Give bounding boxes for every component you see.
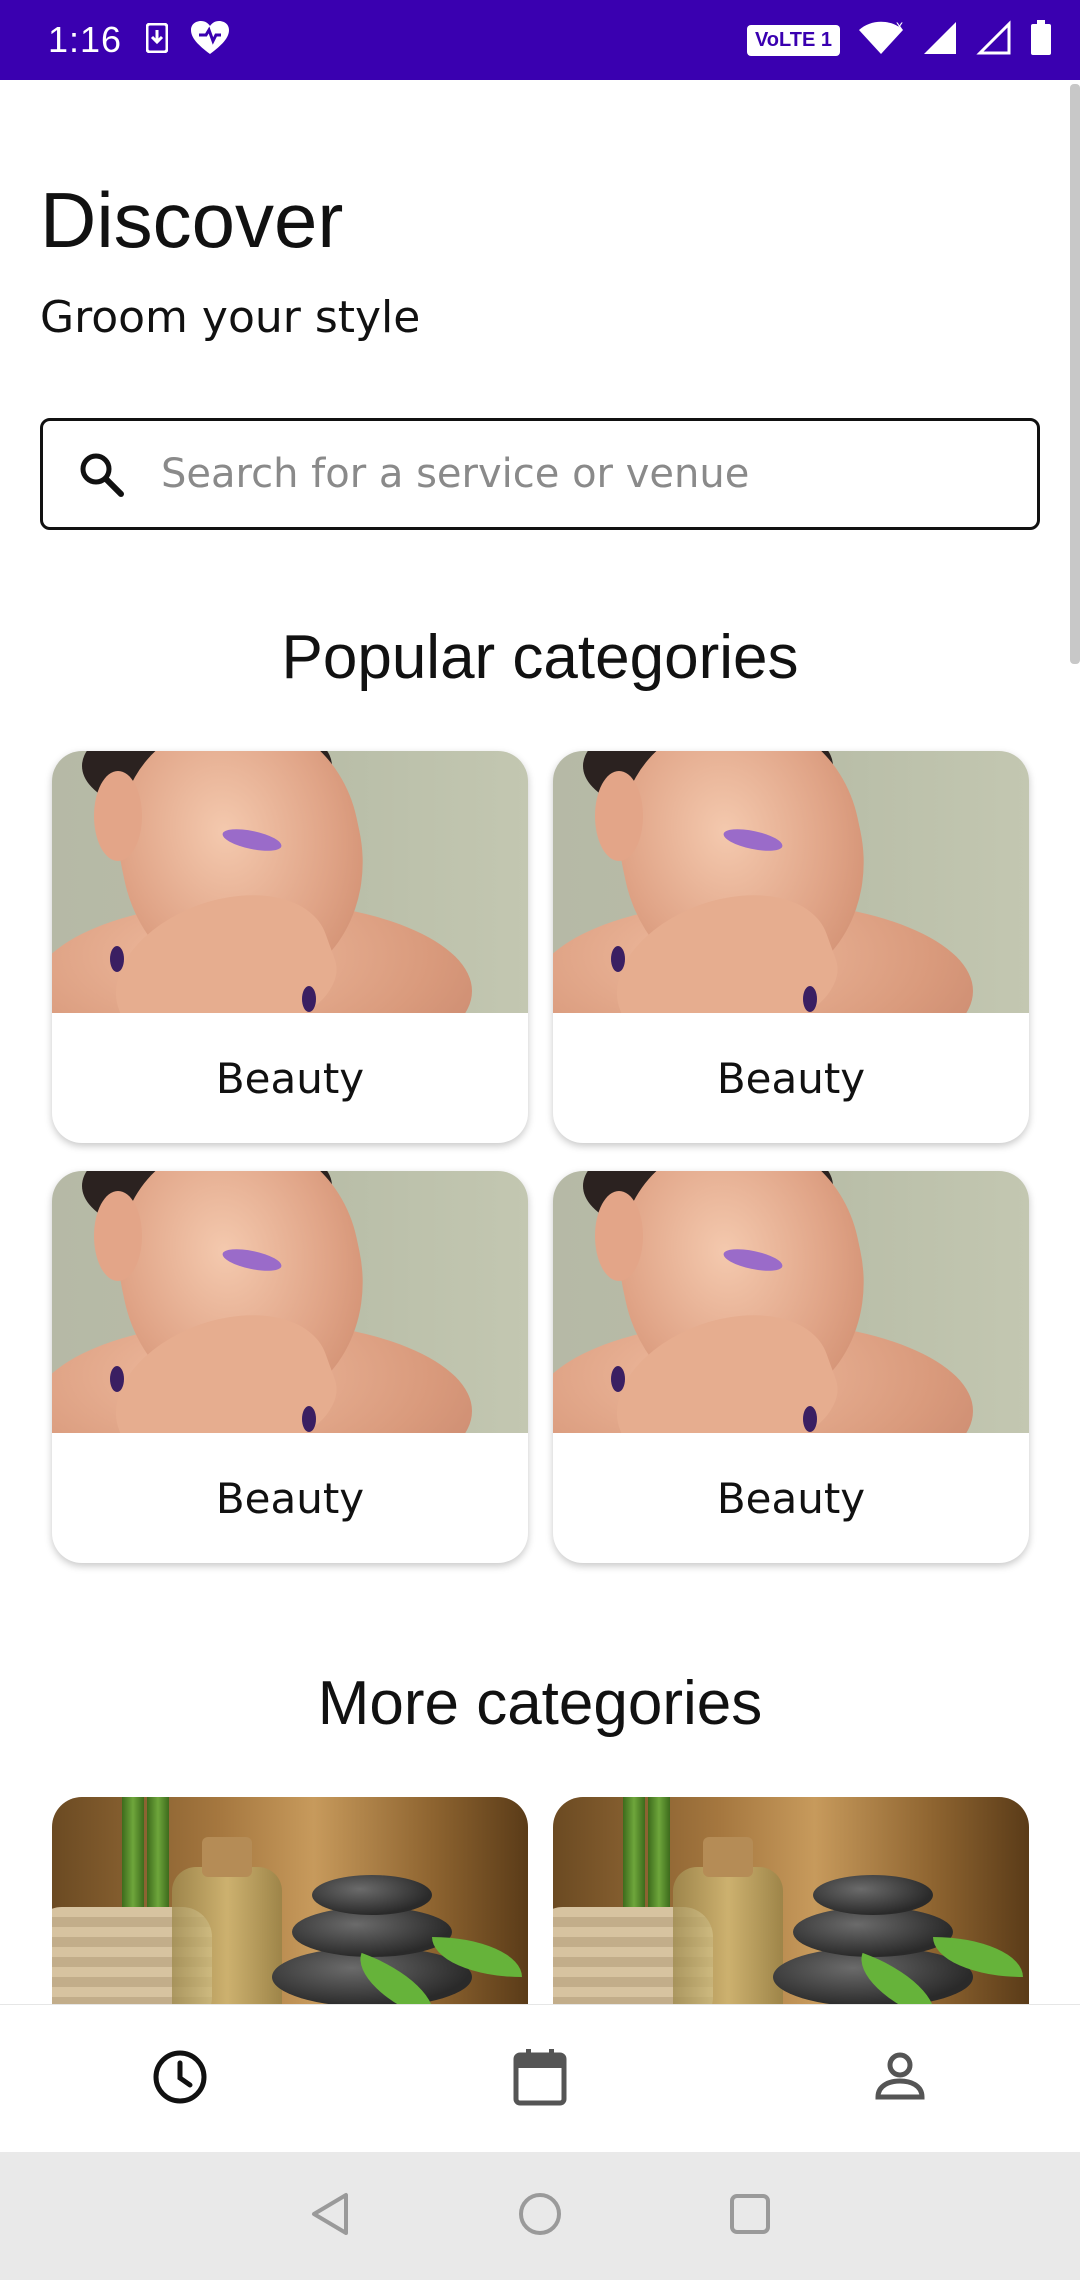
page-title: Discover: [40, 176, 344, 264]
volte-badge: VoLTE 1: [746, 24, 840, 56]
home-button[interactable]: [510, 2186, 570, 2246]
back-button[interactable]: [300, 2186, 360, 2246]
download-icon: [145, 22, 169, 57]
status-bar: 1:16 VoLTE 1 x: [0, 0, 1080, 80]
home-icon: [517, 2191, 563, 2241]
category-label: Beauty: [215, 1053, 365, 1103]
beauty-photo: [553, 1171, 1029, 1433]
category-card[interactable]: [553, 1797, 1029, 2007]
nav-history-button[interactable]: [120, 2019, 240, 2139]
search-input[interactable]: Search for a service or venue: [40, 418, 1040, 530]
history-icon: [150, 2047, 210, 2111]
more-categories-heading: More categories: [317, 1669, 763, 1738]
spa-photo: [553, 1797, 1029, 2007]
nav-profile-button[interactable]: [840, 2019, 960, 2139]
recents-icon: [728, 2192, 772, 2240]
heart-icon: [190, 20, 230, 60]
beauty-photo: [52, 751, 528, 1013]
wifi-icon: x: [858, 17, 904, 60]
system-navigation: [0, 2152, 1080, 2280]
category-card[interactable]: Beauty: [52, 751, 528, 1143]
status-time: 1:16: [48, 19, 123, 60]
svg-text:x: x: [896, 20, 903, 33]
category-label: Beauty: [716, 1053, 866, 1103]
search-icon: [73, 446, 129, 502]
category-card[interactable]: Beauty: [52, 1171, 528, 1563]
page-subtitle: Groom your style: [40, 292, 421, 343]
back-icon: [308, 2191, 352, 2241]
category-card[interactable]: Beauty: [553, 751, 1029, 1143]
beauty-photo: [52, 1171, 528, 1433]
spa-photo: [52, 1797, 528, 2007]
beauty-photo: [553, 751, 1029, 1013]
profile-icon: [872, 2049, 928, 2109]
scrollbar[interactable]: [1070, 84, 1080, 664]
search-placeholder: Search for a service or venue: [161, 451, 750, 497]
nav-calendar-button[interactable]: [480, 2019, 600, 2139]
signal-icon: [922, 20, 958, 60]
popular-categories-heading: Popular categories: [281, 623, 799, 692]
category-label: Beauty: [215, 1473, 365, 1523]
calendar-icon: [512, 2047, 568, 2111]
category-card[interactable]: [52, 1797, 528, 2007]
category-label: Beauty: [716, 1473, 866, 1523]
battery-icon: [1030, 20, 1052, 60]
category-card[interactable]: Beauty: [553, 1171, 1029, 1563]
recents-button[interactable]: [720, 2186, 780, 2246]
signal-empty-icon: [976, 20, 1012, 60]
bottom-navigation: [0, 2004, 1080, 2152]
